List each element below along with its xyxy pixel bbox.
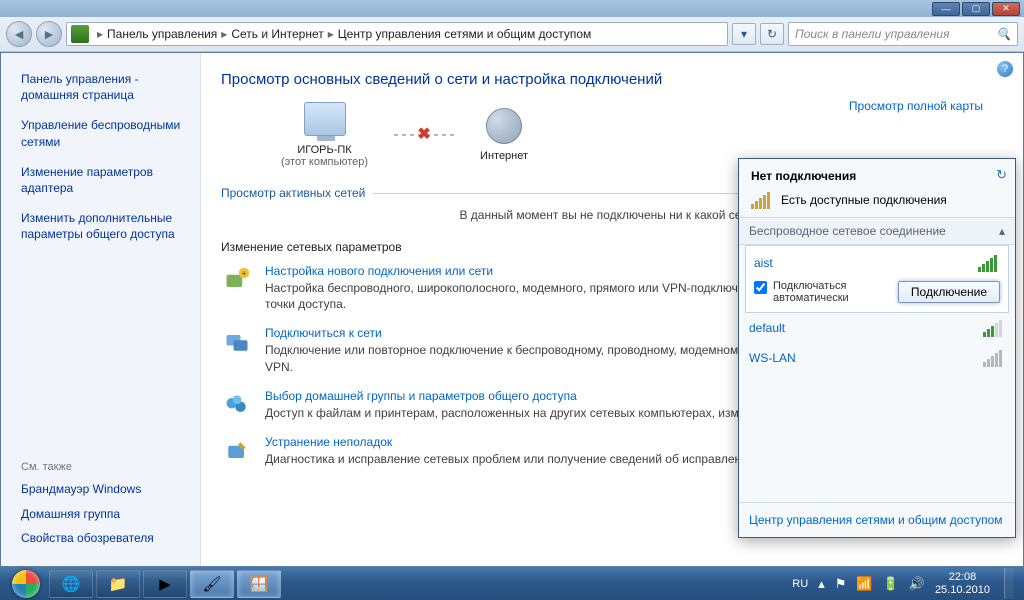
signal-available-icon	[751, 191, 773, 209]
active-networks-label: Просмотр активных сетей	[221, 186, 365, 200]
tray-network-icon[interactable]: 📶	[856, 576, 872, 592]
flyout-footer: Центр управления сетями и общим доступом	[739, 502, 1015, 537]
sidebar-link-firewall[interactable]: Брандмауэр Windows	[21, 481, 188, 497]
control-panel-icon	[71, 25, 89, 43]
signal-strong-icon	[978, 254, 1000, 272]
dropdown-history-button[interactable]: ▾	[732, 23, 756, 45]
task-connect-link[interactable]: Подключиться к сети	[265, 326, 382, 340]
computer-icon	[304, 102, 346, 136]
task-homegroup-link[interactable]: Выбор домашней группы и параметров общег…	[265, 389, 577, 403]
auto-connect-label: Подключаться автоматически	[773, 280, 890, 304]
task-troubleshoot-desc: Диагностика и исправление сетевых пробле…	[265, 451, 758, 467]
troubleshoot-icon	[221, 435, 253, 467]
flyout-noconn-label: Нет подключения	[751, 169, 856, 183]
taskbar-mediaplayer[interactable]: ▶	[143, 570, 187, 598]
breadcrumb[interactable]: ▸ Панель управления ▸ Сеть и Интернет ▸ …	[66, 22, 728, 46]
language-indicator[interactable]: RU	[792, 578, 808, 590]
chevron-up-icon: ▴	[999, 224, 1005, 238]
search-icon: 🔍	[996, 27, 1011, 41]
pc-sub-label: (этот компьютер)	[281, 156, 368, 168]
minimize-button[interactable]: —	[932, 2, 960, 16]
sidebar-link-adapter[interactable]: Изменение параметров адаптера	[21, 164, 188, 196]
flyout-wireless-header[interactable]: Беспроводное сетевое соединение ▴	[739, 217, 1015, 245]
map-node-pc: ИГОРЬ-ПК (этот компьютер)	[281, 102, 368, 168]
network-flyout: ↻ Нет подключения Есть доступные подключ…	[738, 158, 1016, 538]
tray-volume-icon[interactable]: 🔊	[909, 576, 925, 592]
network-ssid-wslan: WS-LAN	[749, 351, 796, 365]
taskbar-explorer[interactable]: 📁	[96, 570, 140, 598]
connect-icon	[221, 326, 253, 358]
map-node-internet: Интернет	[480, 108, 528, 162]
change-settings-label: Изменение сетевых параметров	[221, 240, 402, 254]
address-toolbar: ◄ ► ▸ Панель управления ▸ Сеть и Интерне…	[0, 17, 1024, 52]
taskbar-ie[interactable]: 🌐	[49, 570, 93, 598]
sidebar-link-homegroup[interactable]: Домашняя группа	[21, 506, 188, 522]
signal-medium-icon	[983, 319, 1005, 337]
tray-flag-icon[interactable]: ⚑	[835, 576, 847, 592]
flyout-available-label: Есть доступные подключения	[781, 193, 947, 207]
page-title: Просмотр основных сведений о сети и наст…	[221, 71, 995, 88]
tray-date: 25.10.2010	[935, 584, 990, 597]
taskbar-control-panel[interactable]: 🪟	[237, 570, 281, 598]
sidebar-link-sharing[interactable]: Изменить дополнительные параметры общего…	[21, 210, 188, 242]
globe-icon	[486, 108, 522, 144]
tray-battery-icon[interactable]: 🔋	[883, 576, 899, 592]
flyout-header: Нет подключения Есть доступные подключен…	[739, 159, 1015, 217]
forward-button[interactable]: ►	[36, 21, 62, 47]
network-ssid-aist: aist	[754, 256, 773, 270]
taskbar-paint[interactable]: 🖌	[190, 570, 234, 598]
sidebar-link-internet-options[interactable]: Свойства обозревателя	[21, 530, 188, 546]
pc-name-label: ИГОРЬ-ПК	[297, 144, 351, 156]
task-new-connection-link[interactable]: Настройка нового подключения или сети	[265, 264, 493, 278]
start-button[interactable]	[6, 569, 46, 598]
svg-text:+: +	[241, 269, 246, 279]
maximize-button[interactable]: ▢	[962, 2, 990, 16]
breadcrumb-item-0[interactable]: Панель управления	[107, 27, 217, 41]
help-icon[interactable]: ?	[997, 61, 1013, 77]
auto-connect-checkbox[interactable]: Подключаться автоматически	[754, 280, 890, 304]
breadcrumb-item-2[interactable]: Центр управления сетями и общим доступом	[338, 27, 592, 41]
system-tray: RU ▴ ⚑ 📶 🔋 🔊 22:08 25.10.2010	[792, 568, 1018, 599]
taskbar: 🌐 📁 ▶ 🖌 🪟 RU ▴ ⚑ 📶 🔋 🔊 22:08 25.10.2010	[0, 567, 1024, 600]
signal-weak-icon	[983, 349, 1005, 367]
search-placeholder: Поиск в панели управления	[795, 27, 950, 41]
sidebar-link-wireless[interactable]: Управление беспроводными сетями	[21, 117, 188, 149]
flyout-center-link[interactable]: Центр управления сетями и общим доступом	[749, 513, 1003, 527]
new-connection-icon: +	[221, 264, 253, 296]
breadcrumb-item-1[interactable]: Сеть и Интернет	[231, 27, 323, 41]
refresh-button[interactable]: ↻	[760, 23, 784, 45]
back-button[interactable]: ◄	[6, 21, 32, 47]
network-item-default[interactable]: default	[739, 313, 1015, 343]
network-item-wslan[interactable]: WS-LAN	[739, 343, 1015, 373]
chevron-right-icon: ▸	[93, 27, 107, 41]
windows-orb-icon	[12, 570, 40, 598]
search-input[interactable]: Поиск в панели управления 🔍	[788, 22, 1018, 46]
flyout-refresh-icon[interactable]: ↻	[996, 167, 1007, 183]
show-desktop-button[interactable]	[1004, 568, 1014, 599]
network-item-aist-expanded[interactable]: aist Подключаться автоматически Подключе…	[745, 245, 1009, 313]
tray-time: 22:08	[935, 571, 990, 584]
window-titlebar: — ▢ ✕	[0, 0, 1024, 17]
sidebar: Панель управления - домашняя страница Уп…	[1, 53, 201, 566]
close-button[interactable]: ✕	[992, 2, 1020, 16]
tray-clock[interactable]: 22:08 25.10.2010	[935, 571, 990, 596]
tray-show-hidden-icon[interactable]: ▴	[818, 576, 825, 592]
auto-connect-input[interactable]	[754, 281, 767, 294]
network-ssid-default: default	[749, 321, 785, 335]
sidebar-see-also-title: См. также	[21, 461, 188, 473]
flyout-wireless-label: Беспроводное сетевое соединение	[749, 224, 946, 238]
chevron-right-icon: ▸	[324, 27, 338, 41]
task-troubleshoot-link[interactable]: Устранение неполадок	[265, 435, 392, 449]
internet-label: Интернет	[480, 150, 528, 162]
homegroup-icon	[221, 389, 253, 421]
chevron-right-icon: ▸	[217, 27, 231, 41]
connection-broken-icon	[394, 134, 454, 136]
flyout-network-list: aist Подключаться автоматически Подключе…	[739, 245, 1015, 502]
sidebar-home-link[interactable]: Панель управления - домашняя страница	[21, 71, 188, 103]
connect-button[interactable]: Подключение	[898, 281, 1000, 303]
